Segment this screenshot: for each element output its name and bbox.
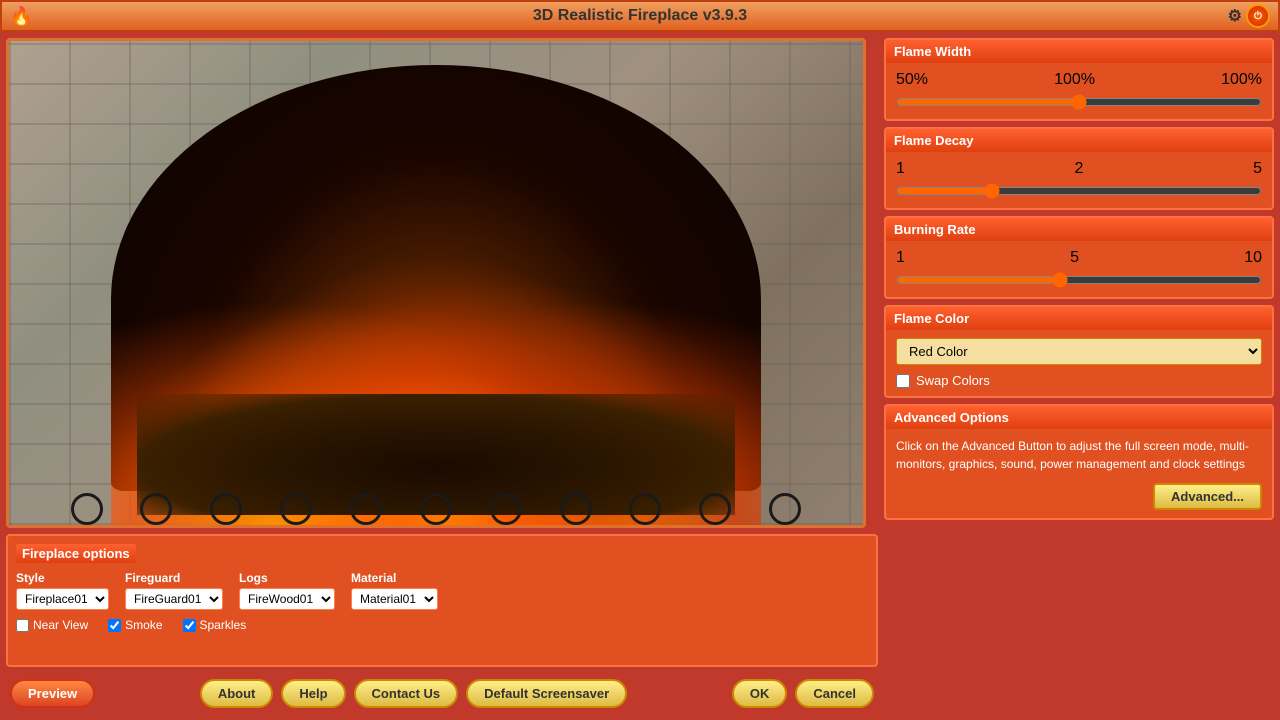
flame-width-slider[interactable]: [896, 98, 1262, 106]
bottom-buttons-row: Preview About Help Contact Us Default Sc…: [6, 673, 878, 714]
advanced-options-section: Advanced Options Click on the Advanced B…: [884, 404, 1274, 520]
flame-width-header: Flame Width: [886, 40, 1272, 63]
burning-rate-max: 10: [1244, 249, 1262, 267]
flame-color-header: Flame Color: [886, 307, 1272, 330]
preview-button[interactable]: Preview: [10, 679, 95, 708]
flame-width-body: 50% 100% 100%: [886, 63, 1272, 119]
cancel-button[interactable]: Cancel: [795, 679, 874, 708]
fireplace-image: [9, 41, 863, 525]
burning-rate-min: 1: [896, 249, 905, 267]
burning-rate-slider[interactable]: [896, 276, 1262, 284]
help-button[interactable]: Help: [281, 679, 345, 708]
flame-color-body: Red Color Blue Color Green Color White C…: [886, 330, 1272, 396]
style-label: Style: [16, 571, 109, 585]
grate-circle: [350, 493, 382, 525]
left-panel: Fireplace options Style Fireplace01 Fire…: [6, 38, 878, 714]
burning-rate-body: 1 5 10: [886, 241, 1272, 297]
flame-color-section: Flame Color Red Color Blue Color Green C…: [884, 305, 1274, 398]
swap-colors-row: Swap Colors: [896, 373, 1262, 388]
title-bar-controls: ⚙ ⏻: [1228, 4, 1270, 28]
swap-colors-checkbox[interactable]: [896, 374, 910, 388]
flame-decay-min: 1: [896, 160, 905, 178]
fireguard-select[interactable]: FireGuard01 FireGuard02: [125, 588, 223, 610]
grate-circle: [629, 493, 661, 525]
material-select[interactable]: Material01 Material02: [351, 588, 438, 610]
sparkles-checkbox-label[interactable]: Sparkles: [183, 618, 247, 632]
fireguard-group: Fireguard FireGuard01 FireGuard02: [125, 571, 223, 610]
near-view-label: Near View: [33, 618, 88, 632]
logs-label: Logs: [239, 571, 335, 585]
burning-rate-section: Burning Rate 1 5 10: [884, 216, 1274, 299]
options-row-dropdowns: Style Fireplace01 Fireplace02 Fireguard …: [16, 571, 868, 610]
grate-circle: [699, 493, 731, 525]
advanced-button[interactable]: Advanced...: [1153, 483, 1262, 510]
advanced-description: Click on the Advanced Button to adjust t…: [896, 437, 1262, 473]
center-buttons: About Help Contact Us Default Screensave…: [200, 679, 627, 708]
grate-circle: [769, 493, 801, 525]
default-screensaver-button[interactable]: Default Screensaver: [466, 679, 627, 708]
sparkles-checkbox[interactable]: [183, 619, 196, 632]
grate-circle: [560, 493, 592, 525]
advanced-options-header: Advanced Options: [886, 406, 1272, 429]
right-buttons: OK Cancel: [732, 679, 874, 708]
fireplace-options-title: Fireplace options: [16, 544, 136, 563]
flame-decay-labels: 1 2 5: [896, 160, 1262, 178]
burning-rate-mid: 5: [1070, 249, 1079, 267]
grate-circle: [420, 493, 452, 525]
grate-circle: [71, 493, 103, 525]
swap-colors-label: Swap Colors: [916, 373, 990, 388]
style-group: Style Fireplace01 Fireplace02: [16, 571, 109, 610]
flame-width-mid: 100%: [1054, 71, 1095, 89]
flame-decay-mid: 2: [1075, 160, 1084, 178]
logs-group: Logs FireWood01 FireWood02: [239, 571, 335, 610]
grate-circle: [490, 493, 522, 525]
near-view-checkbox-label[interactable]: Near View: [16, 618, 88, 632]
smoke-checkbox[interactable]: [108, 619, 121, 632]
flame-decay-section: Flame Decay 1 2 5: [884, 127, 1274, 210]
fireplace-view: [6, 38, 866, 528]
contact-us-button[interactable]: Contact Us: [354, 679, 459, 708]
fireplace-options-panel: Fireplace options Style Fireplace01 Fire…: [6, 534, 878, 667]
burning-rate-header: Burning Rate: [886, 218, 1272, 241]
ok-button[interactable]: OK: [732, 679, 788, 708]
main-container: Fireplace options Style Fireplace01 Fire…: [0, 32, 1280, 720]
flame-decay-body: 1 2 5: [886, 152, 1272, 208]
grate: [52, 428, 821, 525]
logs-select[interactable]: FireWood01 FireWood02: [239, 588, 335, 610]
smoke-label: Smoke: [125, 618, 162, 632]
grate-circle: [140, 493, 172, 525]
title-decoration: ⚙: [1228, 6, 1242, 26]
flame-color-select[interactable]: Red Color Blue Color Green Color White C…: [896, 338, 1262, 365]
material-label: Material: [351, 571, 438, 585]
material-group: Material Material01 Material02: [351, 571, 438, 610]
app-title: 3D Realistic Fireplace v3.9.3: [533, 7, 747, 25]
flame-decay-header: Flame Decay: [886, 129, 1272, 152]
advanced-options-body: Click on the Advanced Button to adjust t…: [886, 429, 1272, 518]
flame-width-section: Flame Width 50% 100% 100%: [884, 38, 1274, 121]
right-panel: Flame Width 50% 100% 100% Flame Decay 1 …: [884, 38, 1274, 714]
grate-bar: [52, 493, 821, 525]
flame-decay-slider[interactable]: [896, 187, 1262, 195]
flame-decay-max: 5: [1253, 160, 1262, 178]
burning-rate-labels: 1 5 10: [896, 249, 1262, 267]
flame-width-max: 100%: [1221, 71, 1262, 89]
flame-width-labels: 50% 100% 100%: [896, 71, 1262, 89]
title-bar: 🔥 3D Realistic Fireplace v3.9.3 ⚙ ⏻: [0, 0, 1280, 32]
advanced-btn-row: Advanced...: [896, 483, 1262, 510]
about-button[interactable]: About: [200, 679, 274, 708]
near-view-checkbox[interactable]: [16, 619, 29, 632]
grate-circle: [210, 493, 242, 525]
checkbox-row: Near View Smoke Sparkles: [16, 618, 868, 632]
style-select[interactable]: Fireplace01 Fireplace02: [16, 588, 109, 610]
app-icon-left: 🔥: [10, 6, 32, 27]
smoke-checkbox-label[interactable]: Smoke: [108, 618, 162, 632]
sparkles-label: Sparkles: [200, 618, 247, 632]
fireguard-label: Fireguard: [125, 571, 223, 585]
power-button[interactable]: ⏻: [1246, 4, 1270, 28]
flame-width-min: 50%: [896, 71, 928, 89]
grate-circle: [280, 493, 312, 525]
